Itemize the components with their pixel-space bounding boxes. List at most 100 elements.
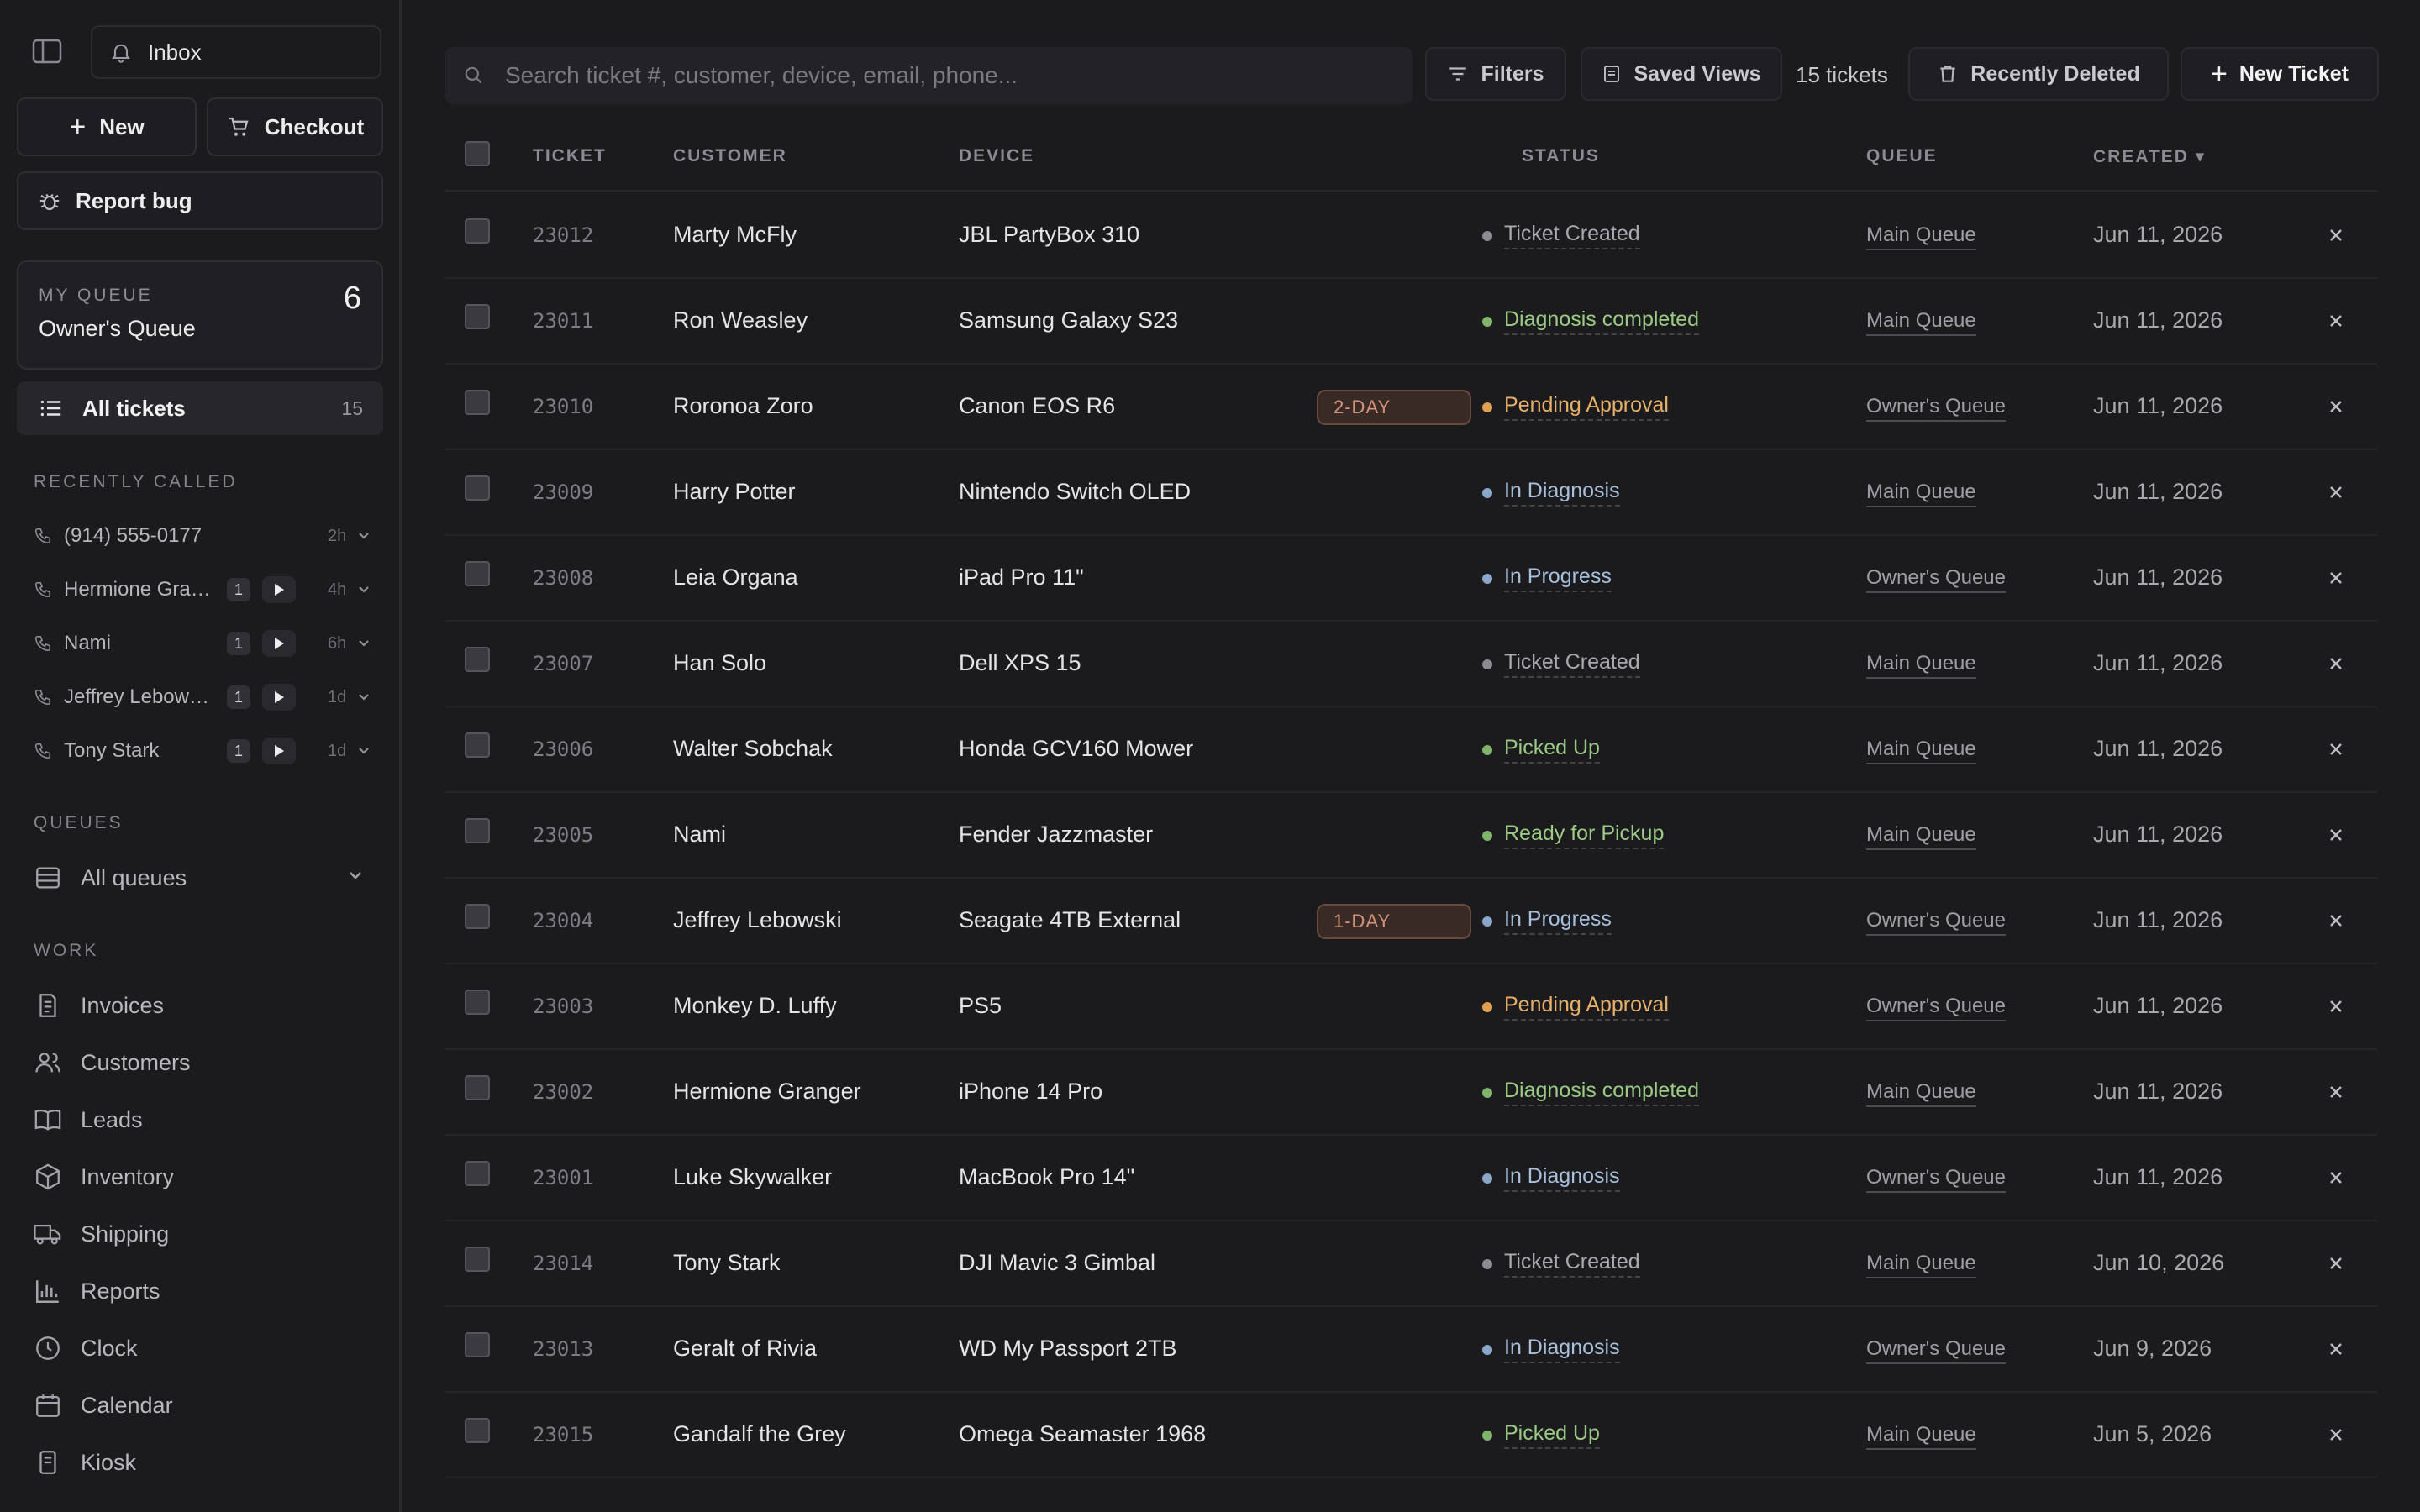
close-icon[interactable] (2326, 482, 2346, 502)
status-pill[interactable]: Picked Up (1482, 1421, 1600, 1449)
status-pill[interactable]: Picked Up (1482, 736, 1600, 764)
recent-call-item[interactable]: Tony Stark 1 1d (34, 734, 378, 768)
queue-link[interactable]: Main Queue (1866, 223, 1976, 250)
select-all-checkbox[interactable] (465, 141, 490, 166)
row-checkbox[interactable] (465, 647, 490, 672)
status-pill[interactable]: Pending Approval (1482, 393, 1669, 421)
recently-deleted-button[interactable]: Recently Deleted (1908, 47, 2169, 101)
close-icon[interactable] (2326, 1425, 2346, 1445)
new-ticket-button[interactable]: + New Ticket (2181, 47, 2379, 101)
close-icon[interactable] (2326, 996, 2346, 1016)
queue-link[interactable]: Owner's Queue (1866, 395, 2006, 422)
queue-link[interactable]: Main Queue (1866, 652, 1976, 679)
row-checkbox[interactable] (465, 561, 490, 586)
customer-name[interactable]: Luke Skywalker (673, 1164, 832, 1190)
status-pill[interactable]: Ticket Created (1482, 1250, 1640, 1278)
status-pill[interactable]: In Progress (1482, 564, 1612, 592)
row-checkbox[interactable] (465, 990, 490, 1015)
close-icon[interactable] (2326, 911, 2346, 931)
table-row[interactable]: 23007 Han Solo Dell XPS 15 Ticket Created Ma… (445, 622, 2377, 707)
customer-name[interactable]: Leia Organa (673, 564, 798, 591)
customer-name[interactable]: Tony Stark (673, 1250, 781, 1276)
queue-link[interactable]: Main Queue (1866, 309, 1976, 336)
table-row[interactable]: 23009 Harry Potter Nintendo Switch OLED In … (445, 450, 2377, 536)
sidebar-item-reports[interactable]: Reports (34, 1270, 160, 1312)
customer-name[interactable]: Ron Weasley (673, 307, 808, 333)
column-ticket[interactable]: TICKET (533, 146, 607, 166)
queue-link[interactable]: Owner's Queue (1866, 1337, 2006, 1364)
inbox-button[interactable]: Inbox (91, 25, 381, 79)
customer-name[interactable]: Nami (673, 822, 726, 848)
close-icon[interactable] (2326, 739, 2346, 759)
row-checkbox[interactable] (465, 475, 490, 501)
status-pill[interactable]: Ticket Created (1482, 222, 1640, 249)
status-pill[interactable]: In Diagnosis (1482, 479, 1620, 507)
status-pill[interactable]: In Diagnosis (1482, 1164, 1620, 1192)
customer-name[interactable]: Geralt of Rivia (673, 1336, 817, 1362)
column-created[interactable]: CREATED ▾ (2093, 146, 2206, 167)
sidebar-item-inventory[interactable]: Inventory (34, 1156, 174, 1198)
checkout-button[interactable]: Checkout (207, 97, 383, 156)
close-icon[interactable] (2326, 1168, 2346, 1188)
customer-name[interactable]: Han Solo (673, 650, 766, 676)
sidebar-item-all-tickets[interactable]: All tickets 15 (17, 381, 383, 435)
row-checkbox[interactable] (465, 304, 490, 329)
close-icon[interactable] (2326, 1339, 2346, 1359)
close-icon[interactable] (2326, 568, 2346, 588)
new-button[interactable]: + New (17, 97, 197, 156)
my-queue-card[interactable]: MY QUEUE Owner's Queue 6 (17, 260, 383, 370)
row-checkbox[interactable] (465, 390, 490, 415)
customer-name[interactable]: Roronoa Zoro (673, 393, 813, 419)
customer-name[interactable]: Harry Potter (673, 479, 796, 505)
sidebar-item-all-queues[interactable]: All queues (34, 857, 187, 899)
status-pill[interactable]: Pending Approval (1482, 993, 1669, 1021)
table-row[interactable]: 23013 Geralt of Rivia WD My Passport 2TB In… (445, 1307, 2377, 1393)
column-status[interactable]: STATUS (1522, 146, 1600, 166)
sidebar-item-calendar[interactable]: Calendar (34, 1384, 173, 1426)
saved-views-button[interactable]: Saved Views (1581, 47, 1782, 101)
queue-link[interactable]: Main Queue (1866, 1252, 1976, 1278)
sidebar-item-invoices[interactable]: Invoices (34, 984, 164, 1026)
close-icon[interactable] (2326, 225, 2346, 245)
customer-name[interactable]: Gandalf the Grey (673, 1421, 846, 1447)
column-queue[interactable]: QUEUE (1866, 146, 1938, 166)
recent-call-item[interactable]: Jeffrey Lebowski 1 1d (34, 680, 378, 714)
sidebar-item-customers[interactable]: Customers (34, 1042, 191, 1084)
status-pill[interactable]: In Progress (1482, 907, 1612, 935)
row-checkbox[interactable] (465, 218, 490, 244)
status-pill[interactable]: Diagnosis completed (1482, 1079, 1700, 1106)
queue-link[interactable]: Main Queue (1866, 480, 1976, 507)
row-checkbox[interactable] (465, 818, 490, 843)
status-pill[interactable]: In Diagnosis (1482, 1336, 1620, 1363)
search-input[interactable]: Search ticket #, customer, device, email… (445, 47, 1413, 104)
queue-link[interactable]: Owner's Queue (1866, 995, 2006, 1021)
chevron-down-icon[interactable] (356, 745, 371, 757)
sidebar-item-clock[interactable]: Clock (34, 1327, 138, 1369)
queue-link[interactable]: Main Queue (1866, 738, 1976, 764)
chevron-down-icon[interactable] (346, 869, 365, 882)
column-customer[interactable]: CUSTOMER (673, 146, 787, 166)
queue-link[interactable]: Owner's Queue (1866, 1166, 2006, 1193)
play-voicemail-button[interactable] (262, 684, 296, 711)
column-device[interactable]: DEVICE (959, 146, 1034, 166)
table-row[interactable]: 23005 Nami Fender Jazzmaster Ready for Pick… (445, 793, 2377, 879)
report-bug-button[interactable]: Report bug (17, 171, 383, 230)
queue-link[interactable]: Owner's Queue (1866, 909, 2006, 936)
chevron-down-icon[interactable] (356, 691, 371, 703)
queue-link[interactable]: Main Queue (1866, 1080, 1976, 1107)
chevron-down-icon[interactable] (356, 584, 371, 596)
table-row[interactable]: 23002 Hermione Granger iPhone 14 Pro Diagno… (445, 1050, 2377, 1136)
sidebar-item-kiosk[interactable]: Kiosk (34, 1441, 136, 1483)
table-row[interactable]: 23014 Tony Stark DJI Mavic 3 Gimbal Ticket … (445, 1221, 2377, 1307)
close-icon[interactable] (2326, 1082, 2346, 1102)
play-voicemail-button[interactable] (262, 576, 296, 603)
chevron-down-icon[interactable] (356, 638, 371, 649)
status-pill[interactable]: Ticket Created (1482, 650, 1640, 678)
close-icon[interactable] (2326, 1253, 2346, 1273)
row-checkbox[interactable] (465, 1075, 490, 1100)
table-row[interactable]: 23001 Luke Skywalker MacBook Pro 14" In Dia… (445, 1136, 2377, 1221)
row-checkbox[interactable] (465, 732, 490, 758)
sidebar-item-leads[interactable]: Leads (34, 1099, 143, 1141)
row-checkbox[interactable] (465, 904, 490, 929)
row-checkbox[interactable] (465, 1247, 490, 1272)
